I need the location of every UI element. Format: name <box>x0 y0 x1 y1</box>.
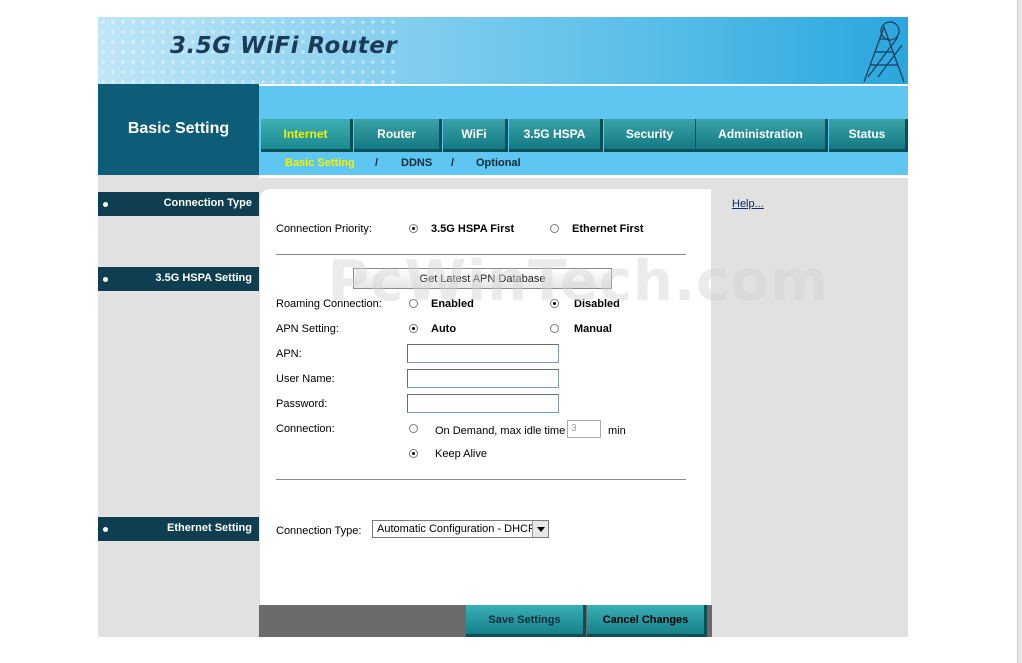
password-input[interactable] <box>407 394 559 413</box>
apn-input[interactable] <box>407 344 559 363</box>
save-settings-button[interactable]: Save Settings <box>466 605 586 637</box>
bullet-icon <box>103 527 108 532</box>
bullet-icon <box>103 277 108 282</box>
tab-administration[interactable]: Administration <box>696 119 828 152</box>
tab-status[interactable]: Status <box>829 119 908 152</box>
cancel-changes-button[interactable]: Cancel Changes <box>587 605 707 637</box>
apn-manual-radio[interactable] <box>550 324 559 333</box>
priority-ethernet-radio[interactable] <box>550 224 559 233</box>
sidebar-heading-ethernet-setting: Ethernet Setting <box>98 517 259 541</box>
sidebar-heading-label: Connection Type <box>163 197 252 209</box>
subnav-separator: / <box>451 157 455 169</box>
apn-auto-label: Auto <box>431 323 457 335</box>
tab-3-5g-hspa[interactable]: 3.5G HSPA <box>509 119 603 152</box>
connection-type-label: Connection Type: <box>276 525 362 537</box>
keep-alive-radio[interactable] <box>409 449 418 458</box>
subnav-optional[interactable]: Optional <box>476 157 521 169</box>
roaming-label: Roaming Connection: <box>276 298 382 310</box>
connection-priority-label: Connection Priority: <box>276 223 372 235</box>
satellite-antenna-icon <box>863 21 905 83</box>
connection-type-value: Automatic Configuration - DHCP <box>377 523 536 535</box>
priority-hspa-radio[interactable] <box>409 224 418 233</box>
subnav-basic-setting[interactable]: Basic Setting <box>285 157 355 169</box>
priority-hspa-label: 3.5G HSPA First <box>431 223 515 235</box>
subnav-bar <box>259 154 908 175</box>
priority-ethernet-label: Ethernet First <box>572 223 644 235</box>
apn-setting-label: APN Setting: <box>276 323 339 335</box>
window-right-border <box>1017 0 1022 663</box>
tab-wifi[interactable]: WiFi <box>443 119 508 152</box>
roaming-disabled-radio[interactable] <box>550 299 559 308</box>
password-label: Password: <box>276 398 328 410</box>
help-panel <box>712 189 908 637</box>
left-sidebar: Connection Type 3.5G HSPA Setting Ethern… <box>98 178 259 637</box>
help-link[interactable]: Help... <box>732 198 764 210</box>
divider <box>276 479 686 480</box>
chevron-down-icon[interactable] <box>532 521 548 537</box>
keep-alive-label: Keep Alive <box>435 448 487 460</box>
on-demand-radio[interactable] <box>409 424 418 433</box>
user-name-label: User Name: <box>276 373 335 385</box>
subnav-ddns[interactable]: DDNS <box>401 157 432 169</box>
idle-time-input[interactable]: 3 <box>567 420 601 438</box>
sidebar-heading-label: Ethernet Setting <box>167 522 252 534</box>
roaming-enabled-radio[interactable] <box>409 299 418 308</box>
idle-unit-label: min <box>608 425 626 437</box>
apn-label: APN: <box>276 348 302 360</box>
roaming-disabled-label: Disabled <box>574 298 620 310</box>
on-demand-label: On Demand, max idle time <box>435 425 566 437</box>
sidebar-heading-label: 3.5G HSPA Setting <box>155 272 252 284</box>
sidebar-heading-connection-type: Connection Type <box>98 192 259 216</box>
sidebar-heading-hspa-setting: 3.5G HSPA Setting <box>98 267 259 291</box>
get-apn-database-button[interactable]: Get Latest APN Database <box>353 268 612 289</box>
connection-label: Connection: <box>276 423 335 435</box>
subnav-separator: / <box>375 157 379 169</box>
user-name-input[interactable] <box>407 369 559 388</box>
apn-auto-radio[interactable] <box>409 324 418 333</box>
divider <box>276 254 686 255</box>
router-admin-page: 3.5G WiFi Router Basic Setting Internet … <box>98 17 908 637</box>
bullet-icon <box>103 202 108 207</box>
roaming-enabled-label: Enabled <box>431 298 474 310</box>
section-title: Basic Setting <box>127 120 230 137</box>
tab-internet[interactable]: Internet <box>261 119 353 152</box>
apn-manual-label: Manual <box>574 323 612 335</box>
tab-router[interactable]: Router <box>354 119 442 152</box>
header-banner: 3.5G WiFi Router <box>98 17 908 84</box>
connection-type-select[interactable]: Automatic Configuration - DHCP <box>372 520 549 538</box>
router-title: 3.5G WiFi Router <box>170 33 398 59</box>
tab-security[interactable]: Security <box>604 119 698 152</box>
